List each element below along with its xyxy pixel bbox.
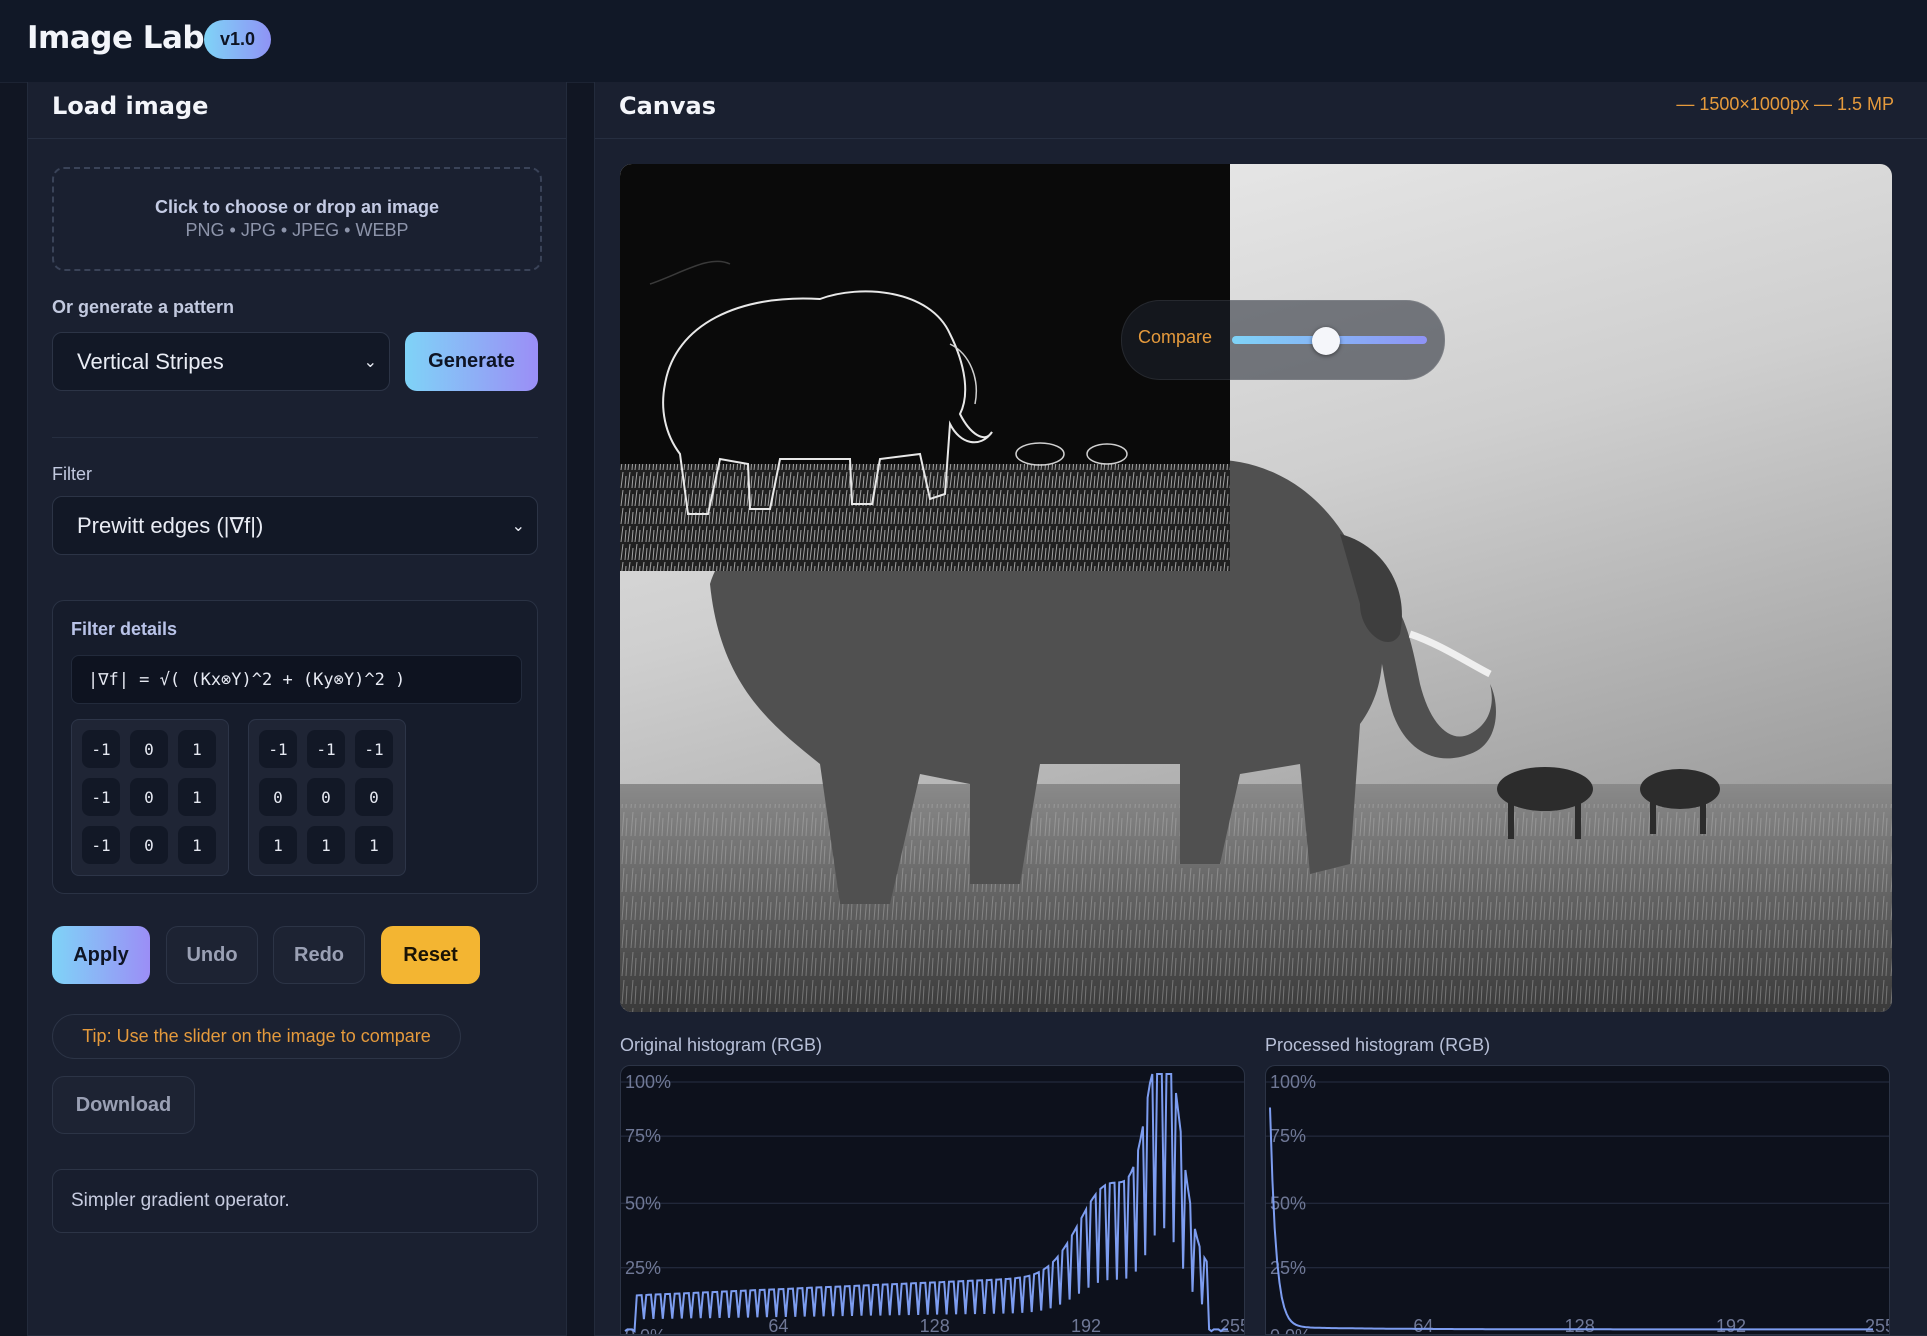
compare-label: Compare bbox=[1138, 327, 1213, 347]
filter-select[interactable]: Prewitt edges (|∇f|) ⌄ bbox=[52, 496, 538, 555]
x-tick-label: 128 bbox=[920, 1316, 950, 1334]
canvas-header: Canvas — 1500×1000px — 1.5 MP bbox=[595, 82, 1927, 139]
canvas-title: Canvas bbox=[619, 92, 717, 120]
sidebar-header: Load image bbox=[28, 82, 566, 139]
tip-banner: Tip: Use the slider on the image to comp… bbox=[52, 1014, 461, 1059]
x-tick-label: 64 bbox=[1413, 1316, 1433, 1334]
y-tick-label: 75% bbox=[1270, 1126, 1306, 1146]
x-tick-label: 64 bbox=[768, 1316, 788, 1334]
version-badge: v1.0 bbox=[204, 20, 271, 59]
x-tick-label: 192 bbox=[1071, 1316, 1101, 1334]
kernel-cell: -1 bbox=[82, 778, 120, 816]
kernel-y-matrix: -1 -1 -1 0 0 0 1 1 1 bbox=[248, 719, 406, 876]
pattern-select-value: Vertical Stripes bbox=[77, 348, 224, 374]
y-tick-label: 50% bbox=[1270, 1193, 1306, 1213]
kernel-cell: 1 bbox=[355, 826, 393, 864]
pattern-select[interactable]: Vertical Stripes ⌄ bbox=[52, 332, 390, 391]
image-canvas[interactable]: Compare bbox=[620, 164, 1892, 1012]
generate-button[interactable]: Generate bbox=[405, 332, 538, 391]
chevron-down-icon: ⌄ bbox=[363, 353, 377, 371]
y-tick-label: 25% bbox=[625, 1258, 661, 1278]
redo-button[interactable]: Redo bbox=[273, 926, 365, 984]
kernel-cell: 0 bbox=[307, 778, 345, 816]
x-tick-label: 255 bbox=[1220, 1316, 1244, 1334]
filter-description: Simpler gradient operator. bbox=[52, 1169, 538, 1233]
apply-button[interactable]: Apply bbox=[52, 926, 150, 984]
image-dropzone[interactable]: Click to choose or drop an image PNG • J… bbox=[52, 167, 542, 271]
x-tick-label: 192 bbox=[1716, 1316, 1746, 1334]
original-histogram-label: Original histogram (RGB) bbox=[620, 1035, 823, 1055]
y-tick-label: 100% bbox=[625, 1072, 671, 1092]
kernel-cell: 0 bbox=[130, 826, 168, 864]
pattern-label: Or generate a pattern bbox=[52, 297, 235, 317]
y-tick-label: 75% bbox=[625, 1126, 661, 1146]
kernel-cell: 1 bbox=[178, 826, 216, 864]
filter-label: Filter bbox=[52, 464, 92, 484]
kernel-cell: 1 bbox=[178, 778, 216, 816]
filter-details-title: Filter details bbox=[71, 619, 178, 639]
canvas-panel: Canvas — 1500×1000px — 1.5 MP Compare Or… bbox=[594, 82, 1927, 1336]
compare-slider-thumb[interactable] bbox=[1311, 327, 1340, 355]
download-button[interactable]: Download bbox=[52, 1076, 195, 1134]
y-tick-label: 100% bbox=[1270, 1072, 1316, 1092]
kernel-cell: 0 bbox=[130, 730, 168, 768]
x-tick-label: 128 bbox=[1565, 1316, 1595, 1334]
processed-histogram-label: Processed histogram (RGB) bbox=[1265, 1035, 1491, 1055]
filter-formula: |∇f| = √( (Kx⊗Y)^2 + (Ky⊗Y)^2 ) bbox=[71, 655, 522, 704]
y-tick-label: 50% bbox=[625, 1193, 661, 1213]
kernel-cell: 0 bbox=[259, 778, 297, 816]
kernel-cell: 0 bbox=[355, 778, 393, 816]
kernel-cell: -1 bbox=[355, 730, 393, 768]
compare-control: Compare bbox=[1121, 300, 1445, 380]
kernel-cell: 1 bbox=[259, 826, 297, 864]
chevron-down-icon: ⌄ bbox=[511, 517, 525, 535]
kernel-cell: -1 bbox=[307, 730, 345, 768]
histogram-series bbox=[624, 1073, 1228, 1333]
histogram-series bbox=[1269, 1107, 1873, 1331]
kernel-cell: -1 bbox=[82, 826, 120, 864]
dropzone-instruction: Click to choose or drop an image bbox=[154, 197, 440, 217]
processed-histogram: 100%75%50%25%0.0%64128192255 bbox=[1265, 1065, 1890, 1335]
app-title: Image Lab bbox=[27, 20, 205, 56]
dropzone-formats: PNG • JPG • JPEG • WEBP bbox=[185, 220, 409, 240]
y-tick-label: 25% bbox=[1270, 1258, 1306, 1278]
kernel-cell: -1 bbox=[82, 730, 120, 768]
original-histogram-plot: 100%75%50%25%0.0%64128192255 bbox=[621, 1072, 1244, 1334]
kernel-x-matrix: -1 0 1 -1 0 1 -1 0 1 bbox=[71, 719, 229, 876]
reset-button[interactable]: Reset bbox=[381, 926, 480, 984]
x-tick-label: 255 bbox=[1865, 1316, 1889, 1334]
app-header: Image Lab v1.0 bbox=[0, 0, 1927, 83]
original-histogram: 100%75%50%25%0.0%64128192255 bbox=[620, 1065, 1245, 1335]
kernel-cell: -1 bbox=[259, 730, 297, 768]
sidebar-panel: Load image Click to choose or drop an im… bbox=[27, 82, 567, 1336]
kernel-cell: 0 bbox=[130, 778, 168, 816]
image-dimensions: — 1500×1000px — 1.5 MP bbox=[1676, 94, 1894, 114]
filter-details-card: Filter details |∇f| = √( (Kx⊗Y)^2 + (Ky⊗… bbox=[52, 600, 538, 894]
kernel-cell: 1 bbox=[307, 826, 345, 864]
filter-select-value: Prewitt edges (|∇f|) bbox=[77, 512, 264, 538]
canvas-image bbox=[620, 164, 1892, 1012]
panel-title: Load image bbox=[52, 92, 209, 120]
undo-button[interactable]: Undo bbox=[166, 926, 258, 984]
kernel-cell: 1 bbox=[178, 730, 216, 768]
divider bbox=[52, 437, 538, 438]
processed-histogram-plot: 100%75%50%25%0.0%64128192255 bbox=[1266, 1072, 1889, 1334]
